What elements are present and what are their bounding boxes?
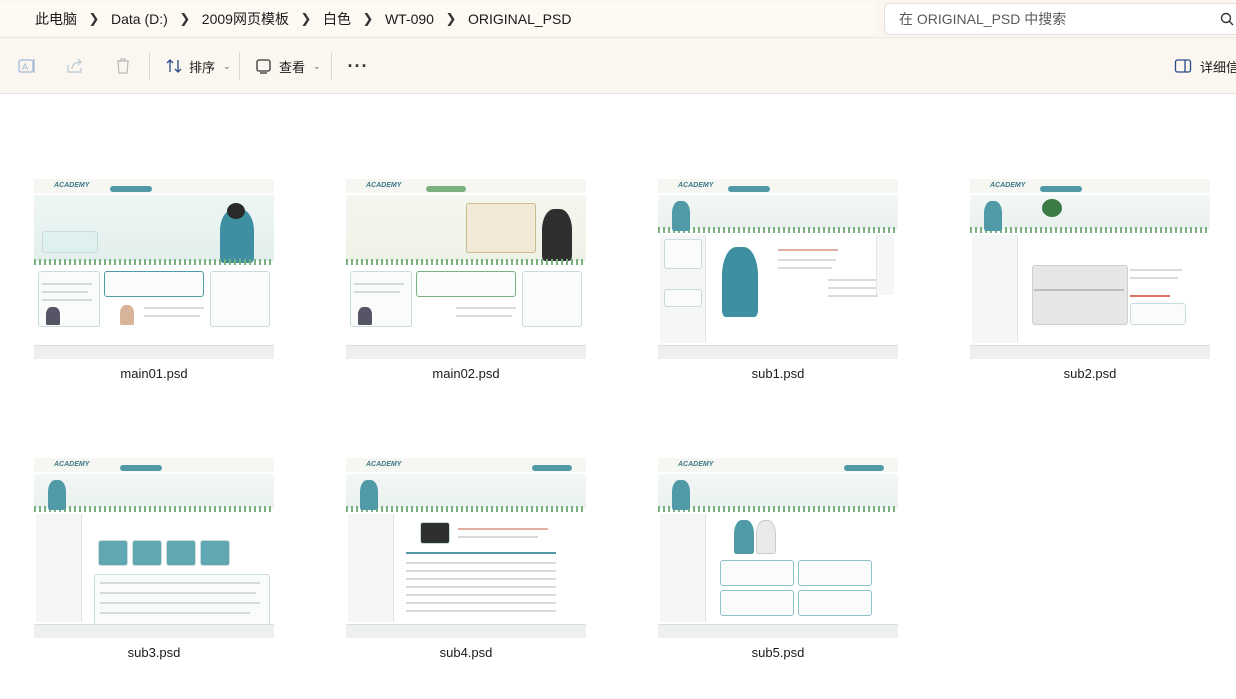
psd-thumbnail: ACADEMY bbox=[346, 179, 586, 359]
file-item[interactable]: ACADEMY main02.psd bbox=[336, 179, 596, 381]
rename-icon[interactable]: A bbox=[17, 56, 37, 76]
delete-icon[interactable] bbox=[113, 56, 133, 76]
file-name[interactable]: sub4.psd bbox=[336, 645, 596, 660]
more-options-button[interactable]: ··· bbox=[346, 52, 370, 80]
share-icon[interactable] bbox=[65, 56, 85, 76]
chevron-right-icon[interactable]: ❯ bbox=[168, 11, 202, 27]
details-label: 详细信息 bbox=[1200, 59, 1236, 75]
search-input[interactable]: 在 ORIGINAL_PSD 中搜索 bbox=[884, 3, 1236, 35]
file-item[interactable]: ACADEMY sub3.psd bbox=[24, 458, 284, 660]
chevron-right-icon[interactable]: ❯ bbox=[434, 11, 468, 27]
sort-icon bbox=[166, 59, 182, 73]
toolbar-divider bbox=[239, 52, 240, 80]
details-pane-button[interactable]: 详细信息 bbox=[1174, 52, 1236, 80]
psd-thumbnail: ACADEMY bbox=[34, 179, 274, 359]
breadcrumb-folder-current[interactable]: ORIGINAL_PSD bbox=[468, 11, 571, 27]
file-grid: ACADEMY main01.psd ACADEMY main02.psd AC… bbox=[0, 95, 1236, 699]
sort-button[interactable]: 排序 ⌄ bbox=[165, 52, 231, 80]
file-name[interactable]: main02.psd bbox=[336, 366, 596, 381]
command-bar: A 排序 ⌄ 查看 ⌄ ··· 详细信息 bbox=[0, 38, 1236, 94]
psd-thumbnail: ACADEMY bbox=[34, 458, 274, 638]
view-label: 查看 bbox=[279, 59, 306, 75]
details-pane-icon bbox=[1174, 59, 1192, 73]
breadcrumb[interactable]: 此电脑 ❯ Data (D:) ❯ 2009网页模板 ❯ 白色 ❯ WT-090… bbox=[0, 2, 876, 36]
file-name[interactable]: main01.psd bbox=[24, 366, 284, 381]
view-icon bbox=[256, 59, 271, 74]
toolbar-divider bbox=[149, 52, 150, 80]
file-name[interactable]: sub5.psd bbox=[648, 645, 908, 660]
toolbar-divider bbox=[331, 52, 332, 80]
chevron-down-icon: ⌄ bbox=[223, 60, 231, 71]
file-name[interactable]: sub1.psd bbox=[648, 366, 908, 381]
view-button[interactable]: 查看 ⌄ bbox=[255, 52, 321, 80]
breadcrumb-this-pc[interactable]: 此电脑 bbox=[35, 9, 77, 29]
file-name[interactable]: sub2.psd bbox=[960, 366, 1220, 381]
svg-text:A: A bbox=[22, 63, 29, 73]
psd-thumbnail: ACADEMY bbox=[970, 179, 1210, 359]
file-item[interactable]: ACADEMY sub4.psd bbox=[336, 458, 596, 660]
chevron-right-icon[interactable]: ❯ bbox=[351, 11, 385, 27]
psd-thumbnail: ACADEMY bbox=[346, 458, 586, 638]
file-item[interactable]: ACADEMY sub5.psd bbox=[648, 458, 908, 660]
chevron-right-icon[interactable]: ❯ bbox=[289, 11, 323, 27]
breadcrumb-folder-templates[interactable]: 2009网页模板 bbox=[202, 9, 289, 29]
file-item[interactable]: ACADEMY main01.psd bbox=[24, 179, 284, 381]
breadcrumb-folder-white[interactable]: 白色 bbox=[323, 9, 351, 29]
chevron-right-icon[interactable]: ❯ bbox=[77, 11, 111, 27]
file-item[interactable]: ACADEMY sub1.psd bbox=[648, 179, 908, 381]
chevron-down-icon: ⌄ bbox=[313, 60, 321, 71]
address-bar-row: 此电脑 ❯ Data (D:) ❯ 2009网页模板 ❯ 白色 ❯ WT-090… bbox=[0, 0, 1236, 38]
file-name[interactable]: sub3.psd bbox=[24, 645, 284, 660]
file-item[interactable]: ACADEMY sub2.psd bbox=[960, 179, 1220, 381]
sort-label: 排序 bbox=[189, 59, 216, 75]
search-placeholder: 在 ORIGINAL_PSD 中搜索 bbox=[899, 11, 1067, 27]
search-icon[interactable] bbox=[1220, 12, 1234, 26]
breadcrumb-drive[interactable]: Data (D:) bbox=[111, 11, 168, 27]
psd-thumbnail: ACADEMY bbox=[658, 458, 898, 638]
psd-thumbnail: ACADEMY bbox=[658, 179, 898, 359]
breadcrumb-folder-wt090[interactable]: WT-090 bbox=[385, 11, 434, 27]
